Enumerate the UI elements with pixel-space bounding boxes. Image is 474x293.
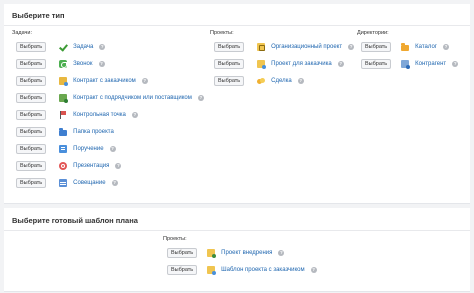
list-item: Выбрать Контракт с подрядчиком или поста…	[12, 89, 204, 106]
select-meeting-button[interactable]: Выбрать	[16, 177, 47, 188]
templates-column: Проекты: Выбрать Проект внедрения ? Выбр…	[163, 234, 317, 278]
task-link[interactable]: Задача	[73, 44, 93, 50]
flag-icon	[59, 110, 67, 119]
projects-column: Проекты: Выбрать Организационный проект …	[210, 28, 355, 89]
select-implementation-template-button[interactable]: Выбрать	[167, 247, 198, 258]
template-projects-header: Проекты:	[163, 236, 187, 242]
select-client-contract-button[interactable]: Выбрать	[16, 75, 47, 86]
select-client-project-button[interactable]: Выбрать	[214, 58, 245, 69]
client-template-link[interactable]: Шаблон проекта с заказчиком	[221, 267, 305, 273]
type-panel-title: Выберите тип	[12, 11, 65, 20]
phone-icon	[59, 59, 68, 68]
select-call-button[interactable]: Выбрать	[16, 58, 47, 69]
meeting-link[interactable]: Совещание	[73, 180, 105, 186]
list-item: Выбрать Контракт с заказчиком ?	[12, 72, 204, 89]
list-item: Выбрать Презентация ?	[12, 157, 204, 174]
supplier-contract-link[interactable]: Контракт с подрядчиком или поставщиком	[73, 95, 192, 101]
presentation-link[interactable]: Презентация	[73, 163, 109, 169]
client-project-link[interactable]: Проект для заказчика	[271, 61, 332, 67]
implementation-template-link[interactable]: Проект внедрения	[221, 250, 272, 256]
supplier-contract-icon	[59, 93, 69, 103]
implementation-project-icon	[207, 248, 217, 258]
help-icon[interactable]: ?	[442, 43, 449, 50]
list-item: Выбрать Каталог ?	[357, 38, 458, 55]
tasks-header: Задачи:	[12, 30, 32, 36]
divider	[4, 230, 470, 231]
select-milestone-button[interactable]: Выбрать	[16, 109, 47, 120]
list-item: Выбрать Задача ?	[12, 38, 204, 55]
help-icon[interactable]: ?	[99, 43, 106, 50]
org-project-link[interactable]: Организационный проект	[271, 44, 342, 50]
list-item: Выбрать Сделка ?	[210, 72, 354, 89]
client-contract-link[interactable]: Контракт с заказчиком	[73, 78, 136, 84]
directories-column: Директории: Выбрать Каталог ? Выбрать Ко…	[357, 28, 459, 72]
list-item: Выбрать Совещание ?	[12, 174, 204, 191]
select-supplier-contract-button[interactable]: Выбрать	[16, 92, 47, 103]
select-contractor-button[interactable]: Выбрать	[361, 58, 392, 69]
help-icon[interactable]: ?	[109, 145, 116, 152]
deal-icon	[257, 77, 266, 85]
list-item: Выбрать Шаблон проекта с заказчиком ?	[163, 261, 317, 278]
select-project-folder-button[interactable]: Выбрать	[16, 126, 47, 137]
help-icon[interactable]: ?	[111, 179, 118, 186]
assignment-link[interactable]: Поручение	[73, 146, 103, 152]
list-item: Выбрать Организационный проект ?	[210, 38, 355, 55]
select-assignment-button[interactable]: Выбрать	[16, 143, 47, 154]
help-icon[interactable]: ?	[115, 162, 122, 169]
select-presentation-button[interactable]: Выбрать	[16, 160, 47, 171]
project-folder-link[interactable]: Папка проекта	[73, 129, 114, 135]
list-item: Выбрать Проект внедрения ?	[163, 244, 317, 261]
type-panel: Выберите тип Задачи: Выбрать Задача ? Вы…	[4, 4, 470, 204]
select-task-button[interactable]: Выбрать	[16, 41, 47, 52]
contract-icon	[59, 76, 69, 86]
help-icon[interactable]: ?	[452, 60, 459, 67]
select-deal-button[interactable]: Выбрать	[214, 75, 245, 86]
tasks-column: Задачи: Выбрать Задача ? Выбрать Звонок …	[12, 28, 204, 191]
folder-icon	[59, 127, 68, 136]
select-org-project-button[interactable]: Выбрать	[214, 41, 245, 52]
milestone-link[interactable]: Контрольная точка	[73, 112, 126, 118]
help-icon[interactable]: ?	[297, 77, 304, 84]
help-icon[interactable]: ?	[197, 94, 204, 101]
checkmark-icon	[59, 43, 67, 51]
contractor-icon	[401, 59, 411, 69]
help-icon[interactable]: ?	[131, 111, 138, 118]
help-icon[interactable]: ?	[98, 60, 105, 67]
projects-header: Проекты:	[210, 30, 234, 36]
contractor-link[interactable]: Контрагент	[415, 61, 446, 67]
presentation-icon	[59, 161, 68, 170]
list-item: Выбрать Папка проекта	[12, 123, 204, 140]
directories-header: Директории:	[357, 30, 389, 36]
catalog-folder-icon	[401, 42, 410, 51]
list-item: Выбрать Контрольная точка ?	[12, 106, 204, 123]
help-icon[interactable]: ?	[337, 60, 344, 67]
select-catalog-button[interactable]: Выбрать	[361, 41, 392, 52]
template-panel-title: Выберите готовый шаблон плана	[12, 216, 138, 225]
select-client-template-button[interactable]: Выбрать	[167, 264, 198, 275]
meeting-icon	[59, 178, 68, 187]
list-item: Выбрать Проект для заказчика ?	[210, 55, 354, 72]
catalog-link[interactable]: Каталог	[415, 44, 437, 50]
help-icon[interactable]: ?	[278, 249, 285, 256]
org-project-icon	[257, 42, 266, 51]
deal-link[interactable]: Сделка	[271, 78, 292, 84]
call-link[interactable]: Звонок	[73, 61, 92, 67]
divider	[4, 25, 470, 26]
list-item: Выбрать Звонок ?	[12, 55, 204, 72]
client-template-icon	[207, 265, 217, 275]
list-item: Выбрать Поручение ?	[12, 140, 204, 157]
help-icon[interactable]: ?	[348, 43, 355, 50]
client-project-icon	[257, 59, 267, 69]
template-panel: Выберите готовый шаблон плана Проекты: В…	[4, 208, 470, 292]
help-icon[interactable]: ?	[310, 266, 317, 273]
order-icon	[59, 144, 68, 153]
help-icon[interactable]: ?	[141, 77, 148, 84]
list-item: Выбрать Контрагент ?	[357, 55, 459, 72]
